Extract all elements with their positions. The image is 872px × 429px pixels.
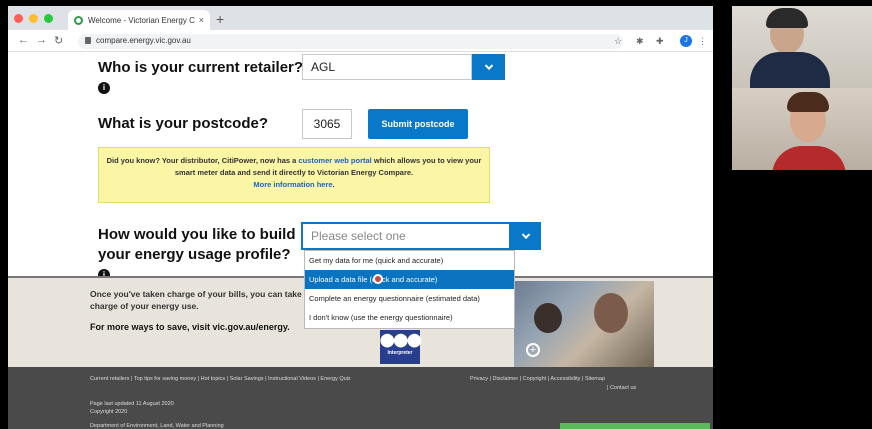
promo-photo: + [514,281,654,367]
usage-select-chevron-button[interactable] [511,222,541,250]
photo-person [534,303,562,333]
copyright-text: Copyright 2020 [90,409,128,415]
reload-icon[interactable]: ↻ [54,34,63,47]
screen: Welcome - Victorian Energy Co × + ← → ↻ … [0,0,872,429]
dropdown-option[interactable]: Get my data for me (quick and accurate) [305,251,514,270]
page-updated-text: Page last updated 11 August 2020 [90,401,174,407]
usage-profile-select[interactable]: Please select one [301,222,511,250]
expand-plus-icon[interactable]: + [526,343,540,357]
close-window-button[interactable] [14,14,23,23]
minimize-window-button[interactable] [29,14,38,23]
promo-text: Once you've taken charge of your bills, … [90,289,302,311]
maximize-window-button[interactable] [44,14,53,23]
participant-hair [787,92,829,112]
usage-profile-dropdown-list: Get my data for me (quick and accurate) … [304,250,515,329]
footer-links[interactable]: Current retailers | Top tips for saving … [90,375,390,384]
browser-window: Welcome - Victorian Energy Co × + ← → ↻ … [8,6,713,429]
people-icon: ⬤⬤⬤ [380,332,422,347]
footer-green-bar [560,423,710,429]
bookmark-star-icon[interactable]: ☆ [614,36,622,47]
dropdown-option[interactable]: Complete an energy questionnaire (estima… [305,289,514,308]
new-tab-button[interactable]: + [216,11,224,27]
customer-portal-link[interactable]: customer web portal [298,156,371,165]
footer-updated: Page last updated 11 August 2020 Copyrig… [90,400,174,416]
postcode-question: What is your postcode? [98,115,269,132]
lock-icon [85,37,91,44]
retailer-select[interactable]: AGL [302,54,472,80]
url-text: compare.energy.vic.gov.au [96,36,191,45]
video-tile-participant-2[interactable] [732,88,872,170]
retailer-select-chevron-button[interactable] [472,54,505,80]
extension-icon[interactable]: ✱ [636,36,644,47]
notice-text-1: Did you know? Your distributor, CitiPowe… [106,156,297,165]
retailer-select-value: AGL [311,60,336,74]
interpreter-badge[interactable]: ⬤⬤⬤ Interpreter [380,330,422,364]
distributor-notice: Did you know? Your distributor, CitiPowe… [98,147,490,203]
footer-right-links: Privacy | Disclaimer | Copyright | Acces… [470,375,636,393]
url-field[interactable]: compare.energy.vic.gov.au [78,34,623,49]
address-bar: ← → ↻ compare.energy.vic.gov.au ☆ ✱ ✚ J … [8,30,713,52]
department-text: Department of Environment, Land, Water a… [90,423,224,429]
contact-us-link[interactable]: | Contact us [470,384,636,393]
tab-bar: Welcome - Victorian Energy Co × + [8,6,713,30]
postcode-input[interactable]: 3065 [302,109,352,139]
tab-title: Welcome - Victorian Energy Co [88,15,195,25]
dropdown-option-highlighted[interactable]: Upload a data file (quick and accurate) [305,270,514,289]
headphones-icon [766,8,808,28]
participant-body [750,52,830,88]
video-tile-participant-1[interactable] [732,6,872,88]
retailer-question: Who is your current retailer? i [98,58,303,98]
browser-tab[interactable]: Welcome - Victorian Energy Co × [68,10,210,30]
photo-person [594,293,628,333]
menu-kebab-icon[interactable]: ⋮ [698,36,707,47]
dropdown-option[interactable]: I don't know (use the energy questionnai… [305,308,514,327]
site-footer: Current retailers | Top tips for saving … [8,367,713,429]
tab-close-icon[interactable]: × [199,15,204,25]
info-icon[interactable]: i [98,82,110,95]
retailer-question-text: Who is your current retailer? [98,59,304,76]
notice-period: . [332,180,335,189]
interpreter-label: Interpreter [387,350,413,356]
more-information-link[interactable]: More information here [253,180,332,189]
promo-link-text[interactable]: For more ways to save, visit vic.gov.au/… [90,322,290,332]
usage-select-placeholder: Please select one [311,229,406,243]
footer-legal-links[interactable]: Privacy | Disclaimer | Copyright | Acces… [470,375,636,384]
chevron-down-icon [521,230,531,240]
site-favicon-icon [74,15,83,25]
submit-postcode-button[interactable]: Submit postcode [368,109,468,139]
forward-arrow-icon[interactable]: → [36,34,47,46]
window-controls [14,14,53,23]
chevron-down-icon [484,61,493,71]
mouse-cursor-icon [373,274,383,284]
puzzle-extensions-icon[interactable]: ✚ [656,36,664,47]
participant-body [772,146,846,170]
back-arrow-icon[interactable]: ← [18,34,29,46]
usage-question-text: How would you like to build your energy … [98,226,296,263]
page-content: Who is your current retailer? i AGL What… [8,52,713,429]
profile-avatar[interactable]: J [680,35,692,47]
